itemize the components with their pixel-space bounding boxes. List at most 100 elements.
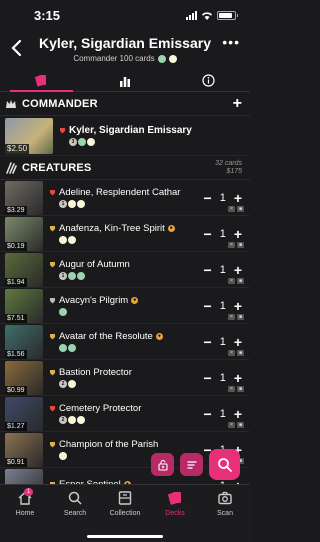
card-price: $0.19	[5, 241, 27, 251]
search-cards-button[interactable]	[209, 449, 240, 480]
quantity-stepper: − 1 +	[204, 190, 243, 206]
more-options-icon[interactable]: •••	[222, 34, 240, 50]
decrement-button[interactable]: −	[204, 262, 212, 278]
card-row[interactable]: $7.51 Avacyn's Pilgrim ● − 1 + × ■	[0, 288, 250, 324]
card-row[interactable]: $1.27 Cemetery Protector 2 − 1 + × ■	[0, 396, 250, 432]
card-quantity: 1	[219, 227, 226, 240]
card-row[interactable]: $3.29 Adeline, Resplendent Cathar 1 − 1 …	[0, 180, 250, 216]
deck-header: Kyler, Sigardian Emissary Commander 100 …	[0, 30, 250, 70]
quantity-stepper: − 1 +	[204, 298, 243, 314]
white-mana-icon	[59, 236, 67, 244]
add-to-deck-button[interactable]	[151, 453, 174, 476]
decrement-button[interactable]: −	[204, 406, 212, 422]
row-tags: × ■	[228, 314, 244, 320]
card-row[interactable]: $1.56 Avatar of the Resolute ● − 1 + × ■	[0, 324, 250, 360]
white-mana-icon	[59, 452, 67, 460]
card-price: $2.50	[5, 143, 30, 154]
increment-button[interactable]: +	[234, 226, 242, 242]
card-name: Adeline, Resplendent Cathar	[59, 187, 181, 198]
info-icon	[202, 74, 215, 87]
card-thumbnail: $3.29	[5, 180, 43, 215]
card-name: Kyler, Sigardian Emissary	[69, 125, 192, 136]
commander-card-row[interactable]: $2.50 Kyler, Sigardian Emissary 3	[0, 116, 250, 156]
nav-home[interactable]: 1 Home	[0, 488, 50, 542]
quantity-stepper: − 1 +	[204, 334, 243, 350]
mana-cost	[59, 344, 204, 352]
remove-tag-icon[interactable]: ×	[228, 242, 235, 248]
tag-icon[interactable]: ■	[237, 206, 244, 212]
camera-icon	[218, 491, 232, 505]
decrement-button[interactable]: −	[204, 334, 212, 350]
wifi-icon	[202, 11, 212, 20]
increment-button[interactable]: +	[234, 298, 242, 314]
white-mana-icon	[168, 54, 177, 63]
card-thumbnail: $7.51	[5, 288, 43, 323]
common-rarity-icon	[50, 298, 55, 304]
rare-rarity-icon	[50, 334, 55, 340]
tag-icon[interactable]: ■	[237, 386, 244, 392]
increment-button[interactable]: +	[234, 334, 242, 350]
remove-tag-icon[interactable]: ×	[228, 386, 235, 392]
card-thumbnail: $1.94	[5, 252, 43, 287]
card-quantity: 1	[219, 191, 226, 204]
card-info: Adeline, Resplendent Cathar 1	[49, 187, 204, 208]
card-row[interactable]: $1.94 Augur of Autumn 1 − 1 + × ■	[0, 252, 250, 288]
back-button[interactable]	[8, 36, 26, 60]
section-total-price: $175	[226, 167, 242, 175]
battery-icon	[217, 10, 238, 20]
card-thumbnail: $0.99	[5, 360, 43, 395]
card-price: $0.91	[5, 457, 27, 467]
card-name: Avatar of the Resolute	[59, 331, 153, 342]
tag-icon[interactable]: ■	[237, 350, 244, 356]
increment-button[interactable]: +	[234, 262, 242, 278]
decrement-button[interactable]: −	[204, 370, 212, 386]
section-title: CREATURES	[22, 161, 92, 174]
tag-icon[interactable]: ■	[237, 314, 244, 320]
white-mana-icon	[77, 416, 85, 424]
generic-mana-icon: 1	[59, 200, 67, 208]
increment-button[interactable]: +	[234, 370, 242, 386]
card-price: $1.56	[5, 349, 27, 359]
bottom-nav: 1 Home Search Collection Decks Scan	[0, 484, 250, 542]
tag-icon[interactable]: ■	[237, 422, 244, 428]
remove-tag-icon[interactable]: ×	[228, 314, 235, 320]
remove-tag-icon[interactable]: ×	[228, 206, 235, 212]
remove-tag-icon[interactable]: ×	[228, 278, 235, 284]
card-info: Augur of Autumn 1	[49, 259, 204, 280]
green-mana-icon	[59, 344, 67, 352]
card-quantity: 1	[219, 371, 226, 384]
decrement-button[interactable]: −	[204, 226, 212, 242]
remove-tag-icon[interactable]: ×	[228, 350, 235, 356]
add-commander-button[interactable]: +	[233, 95, 242, 113]
status-bar: 3:15	[0, 0, 250, 30]
sort-button[interactable]	[180, 453, 203, 476]
row-tags: × ■	[228, 242, 244, 248]
game-changer-icon: ●	[155, 333, 163, 340]
rare-rarity-icon	[50, 370, 55, 376]
white-mana-icon	[68, 200, 76, 208]
status-time: 3:15	[34, 7, 61, 23]
signal-icon	[186, 10, 197, 20]
tag-icon[interactable]: ■	[237, 242, 244, 248]
card-name: Augur of Autumn	[59, 259, 130, 270]
green-mana-icon	[157, 54, 166, 63]
generic-mana-icon: 3	[69, 138, 77, 146]
remove-tag-icon[interactable]: ×	[228, 422, 235, 428]
decrement-button[interactable]: −	[204, 190, 212, 206]
page-title: Kyler, Sigardian Emissary	[39, 35, 211, 51]
rare-rarity-icon	[50, 262, 55, 268]
tab-cards[interactable]	[0, 70, 83, 92]
card-row[interactable]: $0.99 Bastion Protector 2 − 1 + × ■	[0, 360, 250, 396]
decrement-button[interactable]: −	[204, 298, 212, 314]
claw-icon	[6, 161, 17, 174]
increment-button[interactable]: +	[234, 406, 242, 422]
card-info: Avacyn's Pilgrim ●	[49, 295, 204, 316]
quantity-stepper: − 1 +	[204, 226, 243, 242]
nav-scan[interactable]: Scan	[200, 490, 250, 542]
increment-button[interactable]: +	[234, 190, 242, 206]
tab-stats[interactable]	[83, 70, 166, 91]
tag-icon[interactable]: ■	[237, 278, 244, 284]
status-icons	[186, 10, 238, 20]
tab-info[interactable]	[167, 70, 250, 91]
card-row[interactable]: $0.19 Anafenza, Kin-Tree Spirit ● − 1 + …	[0, 216, 250, 252]
